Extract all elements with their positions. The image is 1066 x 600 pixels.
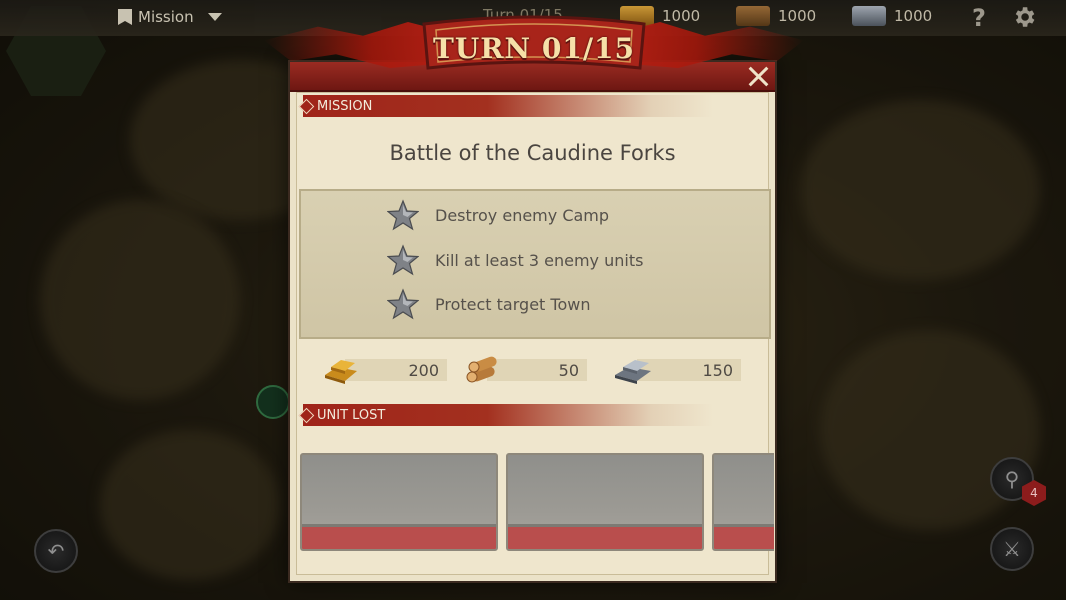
star-icon <box>387 244 419 276</box>
diamond-icon <box>298 407 315 424</box>
objective-text: Protect target Town <box>435 294 591 314</box>
help-icon[interactable]: ? <box>972 4 986 32</box>
flag-icon <box>118 9 132 25</box>
objectives-panel: Destroy enemy Camp Kill at least 3 enemy… <box>299 189 771 339</box>
objective-text: Destroy enemy Camp <box>435 205 610 225</box>
resource-iron: 1000 <box>852 6 932 26</box>
end-turn-button[interactable]: ⚔ <box>990 527 1034 571</box>
diamond-icon <box>298 98 315 115</box>
close-button[interactable] <box>745 64 771 88</box>
objective-item: Protect target Town <box>387 288 591 320</box>
unit-slot-health-bar <box>714 524 774 549</box>
reward-wood-value: 50 <box>558 361 579 380</box>
unit-slot[interactable] <box>506 453 704 551</box>
iron-ingots-icon <box>615 360 651 384</box>
reward-gold: 200 <box>321 359 447 384</box>
target-marker-icon[interactable] <box>256 385 290 419</box>
turn-banner: TURN 01/15 <box>264 8 684 86</box>
wood-icon <box>736 6 770 26</box>
mission-label: Mission <box>138 8 194 26</box>
star-icon <box>387 288 419 320</box>
mission-dialog: MISSION Battle of the Caudine Forks Dest… <box>288 60 777 583</box>
objective-item: Destroy enemy Camp <box>387 199 610 231</box>
chevron-down-icon <box>207 13 222 21</box>
resource-iron-value: 1000 <box>894 7 933 25</box>
mission-section-label: MISSION <box>317 98 373 114</box>
unit-slot-partial <box>712 453 774 551</box>
resource-wood-value: 1000 <box>778 7 817 25</box>
undo-icon: ↶ <box>47 539 65 563</box>
reward-iron: 150 <box>613 359 741 384</box>
mission-section-header: MISSION <box>298 95 713 117</box>
wood-logs-icon <box>466 356 497 383</box>
gold-bars-icon <box>325 360 357 384</box>
dialog-content: MISSION Battle of the Caudine Forks Dest… <box>296 92 774 575</box>
iron-icon <box>852 6 886 26</box>
reward-wood: 50 <box>463 356 589 383</box>
resource-wood: 1000 <box>736 6 816 26</box>
undo-button[interactable]: ↶ <box>34 529 78 573</box>
unit-slot-health-bar <box>508 524 702 549</box>
unit-lost-section-label: UNIT LOST <box>317 407 386 423</box>
reward-gold-value: 200 <box>408 361 439 380</box>
gear-icon[interactable] <box>1011 4 1037 30</box>
unit-lost-section-header: UNIT LOST <box>298 404 713 426</box>
mission-dropdown[interactable]: Mission <box>118 6 222 28</box>
star-icon <box>387 199 419 231</box>
unit-slot-health-bar <box>302 524 496 549</box>
objective-item: Kill at least 3 enemy units <box>387 244 644 276</box>
turn-banner-text: TURN 01/15 <box>432 32 636 65</box>
mission-title: Battle of the Caudine Forks <box>389 141 676 165</box>
unit-slot[interactable] <box>300 453 498 551</box>
swords-icon: ⚔ <box>1003 537 1021 561</box>
unit-slot[interactable] <box>712 453 774 551</box>
objective-text: Kill at least 3 enemy units <box>435 250 644 270</box>
reward-iron-value: 150 <box>702 361 733 380</box>
magnifier-icon: ⚲ <box>1004 467 1020 491</box>
